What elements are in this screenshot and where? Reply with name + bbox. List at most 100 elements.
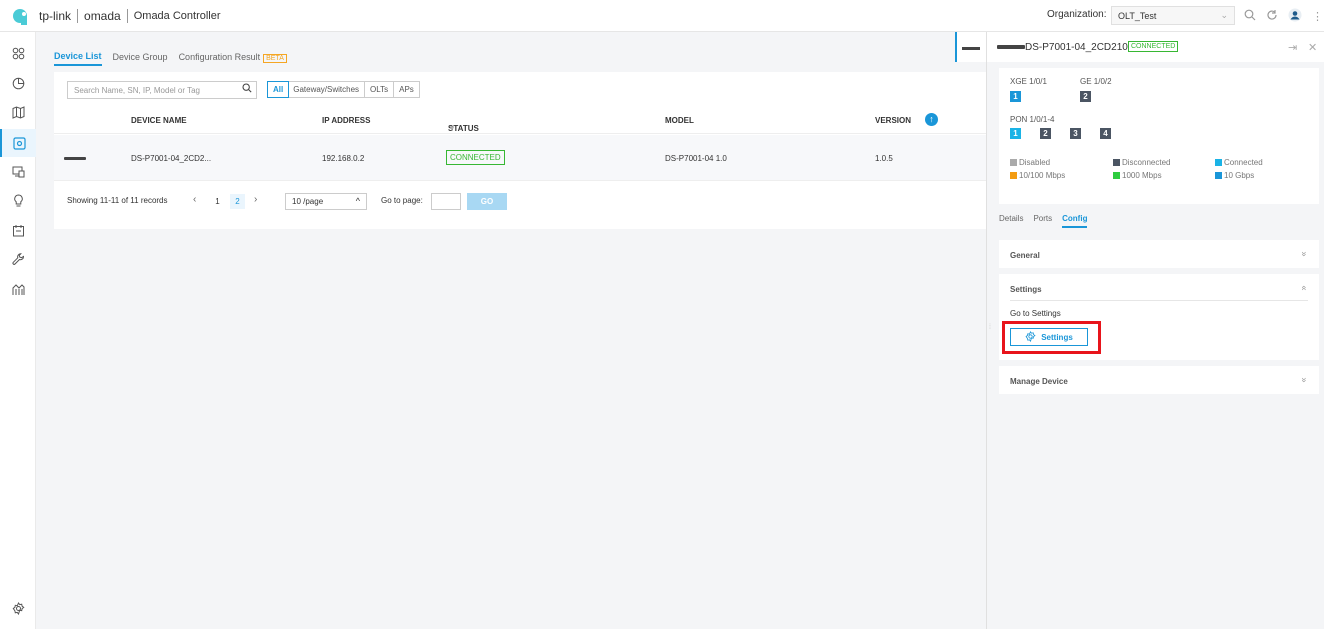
legend-label: 10 Gbps	[1224, 171, 1255, 180]
pagination: Showing 11-11 of 11 records ‹ 1 2 › 10 /…	[67, 193, 527, 211]
map-icon[interactable]	[6, 100, 30, 124]
logs-icon[interactable]	[6, 218, 30, 242]
header-model[interactable]: MODEL	[665, 116, 694, 125]
tp-link-logo-icon	[13, 7, 33, 25]
chevron-double-down-icon[interactable]: »	[1299, 377, 1309, 382]
general-section-title: General	[1010, 251, 1040, 260]
organization-select[interactable]: OLT_Test ⌄	[1111, 6, 1235, 25]
reports-icon[interactable]	[6, 277, 30, 301]
legend-label: Disconnected	[1122, 158, 1171, 167]
legend-disconnected: Disconnected	[1113, 158, 1170, 167]
brand-name: tp-link	[39, 9, 72, 23]
gear-icon[interactable]	[6, 596, 30, 620]
beta-badge: BETA	[263, 53, 287, 63]
goto-page-input[interactable]	[431, 193, 461, 210]
tab-config[interactable]: Config	[1062, 214, 1088, 228]
highlight-box	[1002, 321, 1101, 354]
port-pon-4[interactable]: 4	[1100, 128, 1111, 139]
device-list-card: Search Name, SN, IP, Model or Tag All Ga…	[54, 72, 994, 229]
tab-details[interactable]: Details	[999, 214, 1023, 228]
header-device-name[interactable]: DEVICE NAME	[131, 116, 187, 125]
more-vertical-icon[interactable]: ⋮	[1312, 10, 1323, 23]
refresh-icon[interactable]	[1266, 9, 1278, 24]
main-tabs: Device List Device Group Configuration R…	[54, 47, 287, 66]
filter-aps[interactable]: APs	[394, 82, 419, 97]
chevron-left-icon[interactable]: ‹	[193, 194, 196, 205]
legend-swatch	[1215, 159, 1222, 166]
legend-swatch	[1113, 172, 1120, 179]
chevron-right-icon[interactable]: ›	[254, 194, 257, 205]
legend-swatch	[1215, 172, 1222, 179]
clients-icon[interactable]	[6, 159, 30, 183]
tab-configuration-result-wrapper[interactable]: Configuration Result BETA	[178, 51, 287, 63]
detail-tabs: Details Ports Config	[999, 214, 1088, 228]
port-pon-2[interactable]: 2	[1040, 128, 1051, 139]
tab-device-group[interactable]: Device Group	[113, 52, 168, 62]
cell-version: 1.0.5	[875, 154, 893, 163]
filter-olts[interactable]: OLTs	[365, 82, 395, 97]
legend-label: Connected	[1224, 158, 1263, 167]
table-header: DEVICE NAME IP ADDRESS STATUS ▼ MODEL VE…	[54, 108, 994, 134]
general-section[interactable]: General »	[999, 240, 1319, 268]
legend-label: 1000 Mbps	[1122, 171, 1162, 180]
port-status-card: XGE 1/0/1 GE 1/0/2 1 2 PON 1/0/1-4 1 2 3…	[999, 68, 1319, 204]
device-image-icon	[64, 157, 86, 160]
legend-label: Disabled	[1019, 158, 1051, 167]
chevron-double-up-icon[interactable]: «	[1299, 285, 1309, 290]
legend-connected: Connected	[1215, 158, 1263, 167]
brand-divider	[77, 9, 79, 23]
header-ip-address[interactable]: IP ADDRESS	[322, 116, 370, 125]
logo-area[interactable]: tp-link omada Omada Controller	[13, 6, 221, 26]
arrow-up-icon[interactable]: ↑	[925, 113, 938, 126]
go-button[interactable]: GO	[467, 193, 507, 210]
tab-device-list[interactable]: Device List	[54, 51, 102, 66]
per-page-value: 10 /page	[292, 197, 324, 206]
chevron-up-icon: ^	[355, 196, 360, 206]
header-version[interactable]: VERSION	[875, 116, 911, 125]
per-page-select[interactable]: 10 /page ^	[285, 193, 367, 210]
tools-icon[interactable]	[6, 247, 30, 271]
close-icon[interactable]: ✕	[1308, 41, 1317, 54]
page-1[interactable]: 1	[210, 194, 225, 209]
insights-icon[interactable]	[6, 188, 30, 212]
statistics-icon[interactable]	[6, 71, 30, 95]
port-pon-1[interactable]: 1	[1010, 128, 1021, 139]
port-xge-1[interactable]: 1	[1010, 91, 1021, 102]
legend-10-100-mbps: 10/100 Mbps	[1010, 171, 1065, 180]
devices-icon[interactable]	[0, 129, 36, 157]
section-divider	[1010, 300, 1308, 301]
search-icon[interactable]	[242, 83, 252, 96]
collapse-panel-icon[interactable]: ⇥	[1288, 41, 1297, 54]
panel-header: DS-P7001-04_2CD210 CONNECTED ⇥ ✕	[987, 32, 1324, 62]
settings-section-title[interactable]: Settings	[1010, 285, 1042, 294]
cell-model: DS-P7001-04 1.0	[665, 154, 727, 163]
records-summary: Showing 11-11 of 11 records	[67, 196, 168, 205]
goto-label: Go to page:	[381, 196, 423, 205]
port-pon-3[interactable]: 3	[1070, 128, 1081, 139]
chevron-double-down-icon[interactable]: »	[1299, 251, 1309, 256]
cell-device-name[interactable]: DS-P7001-04_2CD2...	[131, 154, 211, 163]
page-2[interactable]: 2	[230, 194, 245, 209]
panel-device-name: DS-P7001-04_2CD210	[1025, 42, 1128, 53]
panel-device-tab[interactable]	[955, 32, 986, 62]
legend-disabled: Disabled	[1010, 158, 1050, 167]
port-ge-2[interactable]: 2	[1080, 91, 1091, 102]
tab-ports[interactable]: Ports	[1033, 214, 1052, 228]
tab-configuration-result: Configuration Result	[178, 51, 261, 62]
organization-value: OLT_Test	[1118, 11, 1157, 21]
filter-gateway-switches[interactable]: Gateway/Switches	[288, 82, 366, 97]
device-image-icon	[962, 47, 980, 50]
filter-all[interactable]: All	[267, 81, 290, 98]
search-input[interactable]: Search Name, SN, IP, Model or Tag	[67, 81, 257, 99]
xge-label: XGE 1/0/1	[1010, 77, 1047, 86]
filter-icon[interactable]: ▼	[448, 124, 456, 133]
manage-device-section[interactable]: Manage Device »	[999, 366, 1319, 394]
search-icon[interactable]	[1244, 9, 1256, 24]
table-row[interactable]: DS-P7001-04_2CD2... 192.168.0.2 CONNECTE…	[54, 135, 994, 181]
legend-swatch	[1010, 172, 1017, 179]
legend-swatch	[1113, 159, 1120, 166]
dashboard-icon[interactable]	[6, 41, 30, 65]
panel-resize-handle[interactable]: ⁞	[989, 324, 993, 334]
search-placeholder: Search Name, SN, IP, Model or Tag	[74, 86, 200, 95]
user-icon[interactable]	[1288, 8, 1302, 25]
